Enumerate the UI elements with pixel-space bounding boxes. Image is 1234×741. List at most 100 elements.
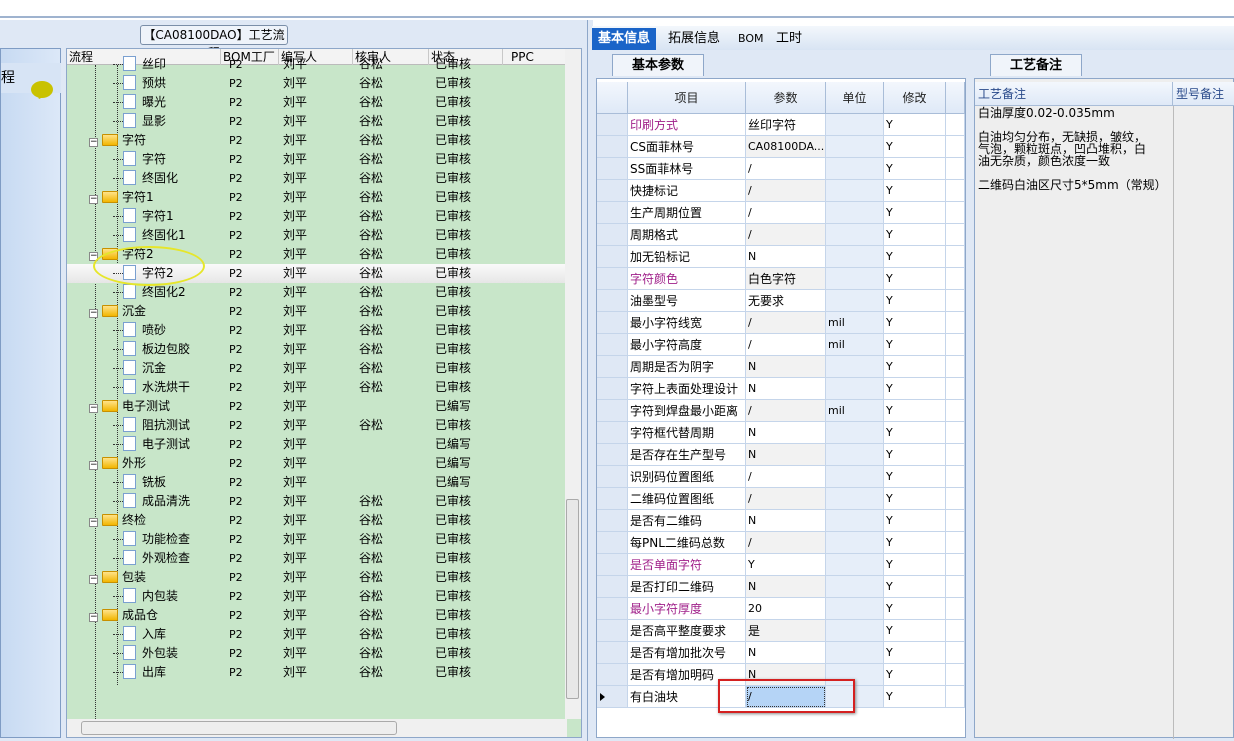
- chat-bubble-icon[interactable]: [31, 81, 53, 98]
- param-row[interactable]: 每PNL二维码总数 / Y: [597, 532, 965, 554]
- tree-row[interactable]: 预烘 P2 刘平 谷松 已审核: [67, 74, 567, 93]
- horizontal-scrollbar[interactable]: [67, 719, 567, 737]
- param-row[interactable]: 是否存在生产型号 N Y: [597, 444, 965, 466]
- scroll-thumb[interactable]: [81, 721, 397, 735]
- scroll-thumb[interactable]: [566, 499, 579, 699]
- tree-row[interactable]: 丝印 P2 刘平 谷松 已审核: [67, 55, 567, 74]
- tree-row[interactable]: 外包装 P2 刘平 谷松 已审核: [67, 644, 567, 663]
- row-selector[interactable]: [597, 136, 628, 158]
- tree-row[interactable]: − 外形 P2 刘平 已编写: [67, 454, 567, 473]
- tree-row[interactable]: − 字符 P2 刘平 谷松 已审核: [67, 131, 567, 150]
- tree-row[interactable]: − 字符1 P2 刘平 谷松 已审核: [67, 188, 567, 207]
- param-value[interactable]: N: [746, 510, 826, 532]
- tree-row[interactable]: 功能检查 P2 刘平 谷松 已审核: [67, 530, 567, 549]
- param-row[interactable]: 二维码位置图纸 / Y: [597, 488, 965, 510]
- param-row[interactable]: 印刷方式 丝印字符 Y: [597, 114, 965, 136]
- row-selector[interactable]: [597, 664, 628, 686]
- param-value[interactable]: N: [746, 378, 826, 400]
- col-header-item[interactable]: 项目: [628, 82, 746, 114]
- tree-row[interactable]: − 终检 P2 刘平 谷松 已审核: [67, 511, 567, 530]
- param-row[interactable]: 生产周期位置 / Y: [597, 202, 965, 224]
- tab-bom[interactable]: BOM: [732, 28, 770, 50]
- param-row[interactable]: 快捷标记 / Y: [597, 180, 965, 202]
- param-value[interactable]: Y: [746, 554, 826, 576]
- tree-row[interactable]: − 包装 P2 刘平 谷松 已审核: [67, 568, 567, 587]
- param-row[interactable]: 周期格式 / Y: [597, 224, 965, 246]
- row-selector[interactable]: [597, 598, 628, 620]
- row-selector[interactable]: [597, 246, 628, 268]
- row-selector[interactable]: [597, 532, 628, 554]
- param-row[interactable]: 最小字符高度 / mil Y: [597, 334, 965, 356]
- param-value[interactable]: 白色字符: [746, 268, 826, 290]
- tree-row[interactable]: 阻抗测试 P2 刘平 谷松 已审核: [67, 416, 567, 435]
- collapse-icon[interactable]: −: [89, 138, 98, 147]
- row-selector[interactable]: [597, 400, 628, 422]
- sidebar-header[interactable]: 程: [1, 63, 61, 98]
- tab-labor-hours[interactable]: 工时: [770, 28, 808, 50]
- tree-row[interactable]: − 成品仓 P2 刘平 谷松 已审核: [67, 606, 567, 625]
- tree-row[interactable]: 内包装 P2 刘平 谷松 已审核: [67, 587, 567, 606]
- row-selector[interactable]: [597, 312, 628, 334]
- tab-process-notes[interactable]: 工艺备注: [990, 54, 1082, 76]
- param-row[interactable]: 是否打印二维码 N Y: [597, 576, 965, 598]
- row-selector[interactable]: [597, 620, 628, 642]
- tree-row[interactable]: 出库 P2 刘平 谷松 已审核: [67, 663, 567, 682]
- col-header-unit[interactable]: 单位: [826, 82, 884, 114]
- row-selector[interactable]: [597, 202, 628, 224]
- param-row[interactable]: 字符颜色 白色字符 Y: [597, 268, 965, 290]
- tree-row[interactable]: 字符1 P2 刘平 谷松 已审核: [67, 207, 567, 226]
- param-value[interactable]: /: [746, 400, 826, 422]
- param-value[interactable]: 是: [746, 620, 826, 642]
- param-row[interactable]: 是否单面字符 Y Y: [597, 554, 965, 576]
- param-row[interactable]: SS面菲林号 / Y: [597, 158, 965, 180]
- tree-row[interactable]: − 电子测试 P2 刘平 已编写: [67, 397, 567, 416]
- collapse-icon[interactable]: −: [89, 404, 98, 413]
- param-row[interactable]: CS面菲林号 CA08100DA... Y: [597, 136, 965, 158]
- tree-row[interactable]: 终固化1 P2 刘平 谷松 已审核: [67, 226, 567, 245]
- row-selector[interactable]: [597, 686, 628, 708]
- param-row[interactable]: 加无铅标记 N Y: [597, 246, 965, 268]
- param-row[interactable]: 最小字符线宽 / mil Y: [597, 312, 965, 334]
- param-value[interactable]: /: [746, 158, 826, 180]
- tree-row[interactable]: 喷砂 P2 刘平 谷松 已审核: [67, 321, 567, 340]
- tree-row[interactable]: − 沉金 P2 刘平 谷松 已审核: [67, 302, 567, 321]
- tab-basic-info[interactable]: 基本信息: [592, 28, 657, 50]
- tree-row[interactable]: 板边包胶 P2 刘平 谷松 已审核: [67, 340, 567, 359]
- param-value[interactable]: /: [746, 488, 826, 510]
- tree-row[interactable]: 成品清洗 P2 刘平 谷松 已审核: [67, 492, 567, 511]
- param-value[interactable]: /: [746, 202, 826, 224]
- param-value[interactable]: /: [746, 532, 826, 554]
- tab-extended-info[interactable]: 拓展信息: [662, 28, 726, 50]
- collapse-icon[interactable]: −: [89, 575, 98, 584]
- collapse-icon[interactable]: −: [89, 461, 98, 470]
- tree-row[interactable]: 水洗烘干 P2 刘平 谷松 已审核: [67, 378, 567, 397]
- collapse-icon[interactable]: −: [89, 195, 98, 204]
- row-selector[interactable]: [597, 642, 628, 664]
- param-row[interactable]: 字符上表面处理设计 N Y: [597, 378, 965, 400]
- col-header-value[interactable]: 参数: [746, 82, 826, 114]
- process-notes-text[interactable]: 白油厚度0.02-0.035mm 白油均匀分布，无缺损，皱纹， 气泡，颗粒斑点，…: [978, 107, 1168, 191]
- tree-row[interactable]: 字符 P2 刘平 谷松 已审核: [67, 150, 567, 169]
- param-value[interactable]: /: [746, 334, 826, 356]
- row-selector[interactable]: [597, 334, 628, 356]
- row-selector[interactable]: [597, 422, 628, 444]
- col-header-model-notes[interactable]: 型号备注: [1173, 82, 1234, 106]
- param-row[interactable]: 周期是否为阴字 N Y: [597, 356, 965, 378]
- param-row[interactable]: 是否有二维码 N Y: [597, 510, 965, 532]
- param-value[interactable]: N: [746, 444, 826, 466]
- tab-basic-params[interactable]: 基本参数: [612, 54, 704, 76]
- row-selector[interactable]: [597, 554, 628, 576]
- param-row[interactable]: 字符框代替周期 N Y: [597, 422, 965, 444]
- param-value[interactable]: /: [746, 224, 826, 246]
- row-selector[interactable]: [597, 510, 628, 532]
- vertical-scrollbar[interactable]: [565, 49, 581, 719]
- collapse-icon[interactable]: −: [89, 518, 98, 527]
- row-selector[interactable]: [597, 466, 628, 488]
- col-header-process-notes[interactable]: 工艺备注: [975, 82, 1173, 106]
- param-row[interactable]: 油墨型号 无要求 Y: [597, 290, 965, 312]
- param-row[interactable]: 最小字符厚度 20 Y: [597, 598, 965, 620]
- param-value[interactable]: 丝印字符: [746, 114, 826, 136]
- param-value[interactable]: /: [746, 180, 826, 202]
- row-selector[interactable]: [597, 488, 628, 510]
- row-selector[interactable]: [597, 444, 628, 466]
